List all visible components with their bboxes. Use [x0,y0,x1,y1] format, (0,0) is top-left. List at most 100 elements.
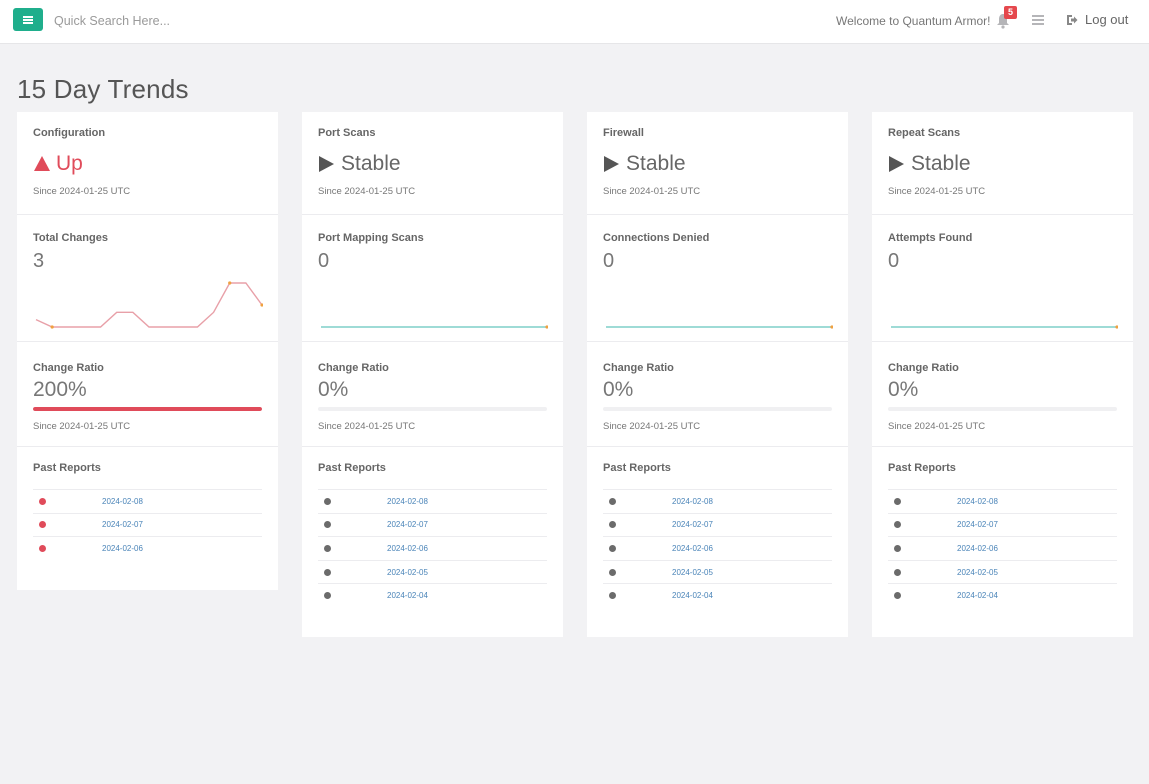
past-reports-section: Past Reports 2024-02-08 2024-02-07 2024-02… [17,447,278,590]
change-ratio-since-text: Since 2024-01-25 UTC [603,421,701,432]
past-report-row: 2024-02-06 [888,536,1117,560]
past-report-row: 2024-02-05 [318,559,547,584]
change-ratio-progress-bar [603,407,832,411]
triangle-up-icon [34,156,50,171]
metric-value: 0 [318,250,330,272]
past-report-link[interactable]: 2024-02-07 [672,520,713,529]
past-report-link[interactable]: 2024-02-08 [672,497,713,506]
past-report-row: 2024-02-07 [888,512,1117,537]
past-report-row: 2024-02-08 [318,489,547,513]
past-report-row: 2024-02-08 [603,489,832,513]
past-report-link[interactable]: 2024-02-06 [387,544,428,553]
past-reports-title: Past Reports [888,462,956,474]
sparkline-chart [35,281,263,329]
sparkline-point [228,281,232,285]
welcome-message: Welcome to Quantum Armor! [836,14,991,28]
report-status-dot-icon [324,497,331,505]
past-reports-section: Past Reports 2024-02-08 2024-02-07 2024-02… [587,447,848,637]
hamburger-icon [23,15,33,24]
trend-status-text: Up [56,152,83,175]
trend-card-repeat-scans: Repeat Scans Stable Since 2024-01-25 UTC… [872,112,1133,637]
trend-status-text: Stable [626,152,686,175]
page-title: 15 Day Trends [17,74,189,104]
metric-section: Attempts Found 0 [872,215,1133,342]
change-ratio-value: 0% [318,378,349,401]
past-report-row: 2024-02-08 [33,489,262,513]
quick-search-input[interactable] [54,10,294,32]
report-status-dot-icon [894,544,901,552]
trend-status-section: Port Scans Stable Since 2024-01-25 UTC [302,112,563,215]
metric-value: 0 [888,250,900,272]
past-report-link[interactable]: 2024-02-08 [102,497,143,506]
past-report-link[interactable]: 2024-02-06 [102,544,143,553]
trend-since-text: Since 2024-01-25 UTC [888,186,986,197]
report-status-dot-icon [609,592,616,600]
past-report-link[interactable]: 2024-02-05 [672,568,713,577]
past-report-row: 2024-02-07 [603,512,832,537]
menu-toggle-button[interactable] [13,8,43,31]
top-navbar: Welcome to Quantum Armor! 5 Log out [0,0,1149,44]
report-status-dot-icon [609,497,616,505]
report-status-dot-icon [324,568,331,576]
change-ratio-progress-bar [318,407,547,411]
change-ratio-label: Change Ratio [888,362,959,374]
sparkline-chart [891,325,1118,329]
change-ratio-label: Change Ratio [33,362,104,374]
past-report-link[interactable]: 2024-02-07 [387,520,428,529]
card-category-title: Repeat Scans [888,127,961,139]
change-ratio-since-text: Since 2024-01-25 UTC [888,421,986,432]
past-report-row: 2024-02-08 [888,489,1117,513]
past-report-row: 2024-02-04 [888,583,1117,607]
card-category-title: Firewall [603,127,644,139]
notification-count-badge: 5 [1004,6,1017,19]
change-ratio-progress-bar [888,407,1117,411]
past-report-link[interactable]: 2024-02-04 [387,591,428,600]
change-ratio-label: Change Ratio [318,362,389,374]
past-report-link[interactable]: 2024-02-05 [387,568,428,577]
past-report-link[interactable]: 2024-02-08 [387,497,428,506]
past-report-link[interactable]: 2024-02-07 [102,520,143,529]
sparkline-point [50,325,54,329]
sparkline-chart [606,325,833,329]
trend-since-text: Since 2024-01-25 UTC [33,186,131,197]
sparkline-point [830,325,833,329]
change-ratio-section: Change Ratio 0% Since 2024-01-25 UTC [302,342,563,447]
past-report-link[interactable]: 2024-02-04 [957,591,998,600]
change-ratio-label: Change Ratio [603,362,674,374]
report-status-dot-icon [894,497,901,505]
metric-section: Connections Denied 0 [587,215,848,342]
change-ratio-section: Change Ratio 0% Since 2024-01-25 UTC [872,342,1133,447]
past-report-row: 2024-02-07 [33,512,262,537]
past-report-row: 2024-02-07 [318,512,547,537]
report-status-dot-icon [609,521,616,529]
change-ratio-value: 200% [33,378,87,401]
metric-label: Total Changes [33,232,108,244]
report-status-dot-icon [39,521,46,529]
past-report-link[interactable]: 2024-02-05 [957,568,998,577]
report-status-dot-icon [39,497,46,505]
trend-status-section: Repeat Scans Stable Since 2024-01-25 UTC [872,112,1133,215]
triangle-right-icon [319,156,334,172]
past-report-link[interactable]: 2024-02-08 [957,497,998,506]
report-status-dot-icon [609,568,616,576]
change-ratio-progress-bar [33,407,262,411]
task-list-icon[interactable] [1032,15,1044,25]
logout-button[interactable]: Log out [1066,12,1128,27]
past-report-link[interactable]: 2024-02-04 [672,591,713,600]
logout-label: Log out [1085,12,1129,27]
change-ratio-value: 0% [888,378,919,401]
past-reports-list: 2024-02-08 2024-02-07 2024-02-06 2024-02-05… [318,489,547,607]
past-report-row: 2024-02-06 [603,536,832,560]
metric-value: 0 [603,250,615,272]
past-report-row: 2024-02-04 [603,583,832,607]
past-report-link[interactable]: 2024-02-07 [957,520,998,529]
metric-label: Port Mapping Scans [318,232,424,244]
past-report-link[interactable]: 2024-02-06 [672,544,713,553]
past-report-row: 2024-02-06 [33,536,262,560]
report-status-dot-icon [324,544,331,552]
past-reports-list: 2024-02-08 2024-02-07 2024-02-06 2024-02-05… [603,489,832,607]
past-reports-list: 2024-02-08 2024-02-07 2024-02-06 [33,489,262,560]
logout-icon [1067,14,1078,25]
past-report-row: 2024-02-05 [603,559,832,584]
past-report-link[interactable]: 2024-02-06 [957,544,998,553]
